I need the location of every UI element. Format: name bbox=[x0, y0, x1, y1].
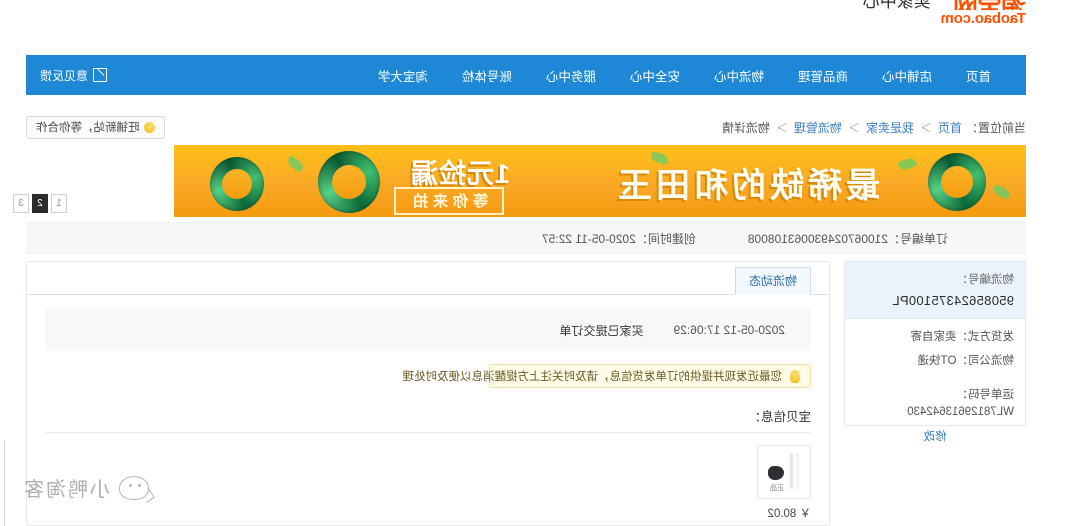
feedback-label: 意见反馈 bbox=[40, 68, 89, 83]
logistics-number-block: 物流编号： 95085624375100PL bbox=[845, 262, 1025, 319]
pager-page-3[interactable]: 3 bbox=[13, 194, 29, 213]
waybill-value: WL78129613642430 bbox=[907, 405, 1014, 418]
ship-method-label: 发货方式： bbox=[956, 331, 1015, 343]
tab-logistics-trace[interactable]: 物流动态 bbox=[734, 267, 811, 295]
product-price: ￥ 80.02 bbox=[767, 508, 811, 520]
main-navigation-bar: 首页 店铺中心 商品管理 物流中心 安全中心 服务中心 账号体检 淘宝大学 意见… bbox=[26, 55, 1026, 95]
logistics-info-card: 物流编号： 95085624375100PL 发货方式：卖家自寄 物流公司：OT… bbox=[844, 261, 1026, 443]
order-created-time: 创建时间：2020-05-11 22:57 bbox=[542, 230, 696, 247]
logo-latin-text: Taobao.com bbox=[940, 10, 1026, 27]
product-tube-image bbox=[790, 453, 799, 489]
wechat-icon bbox=[119, 475, 155, 503]
ship-method-row: 发货方式：卖家自寄 bbox=[856, 329, 1015, 346]
leaf-icon bbox=[285, 155, 306, 173]
breadcrumb-separator: ＞ bbox=[919, 120, 932, 135]
jade-ring-image bbox=[928, 153, 986, 211]
trace-timestamp: 2020-05-12 17:06:29 bbox=[673, 323, 785, 337]
breadcrumb-item-logistics[interactable]: 物流管理 bbox=[794, 119, 842, 136]
trace-row: 2020-05-12 17:06:29 买家已提交订单 bbox=[45, 309, 811, 351]
bulb-icon bbox=[144, 121, 156, 133]
goods-section-title: 宝贝信息： bbox=[45, 406, 811, 433]
logo-chinese-text: 淘宝网 bbox=[941, 0, 1026, 10]
nav-security-center[interactable]: 安全中心 bbox=[613, 66, 697, 85]
notice-text: 您最近发现并提供的订单发货信息，请及时关注上方提醒消息以便及时处理 bbox=[402, 371, 783, 383]
watermark: 小鸭淘客 bbox=[22, 473, 155, 503]
notice-banner: 您最近发现并提供的订单发货信息，请及时关注上方提醒消息以便及时处理 bbox=[403, 364, 811, 388]
list-item[interactable]: 正品 ￥ 80.02 bbox=[741, 445, 811, 521]
company-label: 物流公司： bbox=[956, 355, 1015, 368]
nav-home[interactable]: 首页 bbox=[949, 66, 1008, 85]
breadcrumb-separator: ＞ bbox=[775, 120, 788, 135]
product-logo-image bbox=[768, 466, 784, 480]
watermark-text: 小鸭淘客 bbox=[22, 479, 110, 501]
product-thumbnail[interactable]: 正品 bbox=[757, 445, 811, 499]
banner-pagination: 1 2 3 bbox=[13, 194, 67, 213]
feedback-button[interactable]: 意见反馈 bbox=[26, 67, 108, 84]
jade-ring-image bbox=[210, 157, 264, 211]
order-number-label: 订单编号： bbox=[887, 231, 948, 246]
banner-price-text: 1元捡漏 bbox=[409, 159, 510, 189]
product-thumb-tag: 正品 bbox=[770, 485, 784, 492]
nav-item-list: 首页 店铺中心 商品管理 物流中心 安全中心 服务中心 账号体检 淘宝大学 bbox=[361, 66, 1026, 85]
order-number: 订单编号：210067024930063108008 bbox=[748, 230, 948, 247]
waybill-label: 运单号码： bbox=[956, 388, 1015, 401]
site-header: 淘宝网 Taobao.com 卖家中心 bbox=[862, 0, 1026, 27]
breadcrumb-item-home[interactable]: 首页 bbox=[938, 119, 962, 136]
nav-account-check[interactable]: 账号体检 bbox=[445, 66, 529, 85]
nav-taobao-university[interactable]: 淘宝大学 bbox=[361, 66, 445, 85]
seller-center-title: 卖家中心 bbox=[862, 0, 931, 11]
breadcrumb-row: 当前位置： 首页 ＞ 我是卖家 ＞ 物流管理 ＞ 物流详情 旺铺新站，等你合作 bbox=[26, 112, 1026, 142]
nav-item-manage[interactable]: 商品管理 bbox=[781, 66, 865, 85]
goods-list: 正品 ￥ 80.02 bbox=[45, 445, 811, 521]
banner-subtitle: 等你来拍 bbox=[393, 187, 504, 215]
shop-promo-label: 旺铺新站，等你合作 bbox=[36, 122, 140, 134]
trace-message: 买家已提交订单 bbox=[559, 323, 644, 338]
ship-method-value: 卖家自寄 bbox=[910, 331, 957, 343]
taobao-logo[interactable]: 淘宝网 Taobao.com bbox=[940, 0, 1026, 27]
banner-title: 最稀缺的和田玉 bbox=[614, 166, 880, 206]
logistics-number-label: 物流编号： bbox=[956, 274, 1015, 286]
order-number-value: 210067024930063108008 bbox=[747, 231, 888, 246]
breadcrumb-prefix: 当前位置： bbox=[965, 120, 1026, 135]
nav-shop-center[interactable]: 店铺中心 bbox=[865, 66, 949, 85]
jade-ring-image bbox=[313, 146, 385, 217]
pager-page-1[interactable]: 1 bbox=[51, 194, 67, 213]
company-value: OT快递 bbox=[917, 355, 957, 368]
company-row: 物流公司：OT快递 bbox=[856, 353, 1014, 370]
logistics-number-value: 95085624375100PL bbox=[892, 293, 1014, 308]
breadcrumb-current: 物流详情 bbox=[721, 120, 770, 135]
promo-banner[interactable]: 最稀缺的和田玉 1元捡漏 等你来拍 bbox=[174, 145, 1026, 217]
waybill-row: 运单号码： WL78129613642430 bbox=[856, 387, 1014, 422]
right-edge-divider bbox=[4, 440, 5, 526]
content-area: 物流编号： 95085624375100PL 发货方式：卖家自寄 物流公司：OT… bbox=[26, 261, 1026, 526]
feedback-icon bbox=[93, 68, 108, 82]
leaf-icon bbox=[897, 155, 918, 173]
nav-service-center[interactable]: 服务中心 bbox=[529, 66, 613, 85]
order-created-label: 创建时间： bbox=[635, 231, 696, 246]
breadcrumb-item-seller[interactable]: 我是卖家 bbox=[866, 119, 914, 136]
leaf-icon bbox=[991, 184, 1012, 200]
tab-bar: 物流动态 bbox=[27, 262, 829, 295]
breadcrumb-separator: ＞ bbox=[847, 120, 860, 135]
order-created-value: 2020-05-11 22:57 bbox=[541, 231, 636, 246]
logistics-detail-block: 发货方式：卖家自寄 物流公司：OT快递 运单号码： WL7812961364243… bbox=[845, 319, 1025, 444]
shop-promo-button[interactable]: 旺铺新站，等你合作 bbox=[26, 115, 166, 139]
order-summary-strip: 订单编号：210067024930063108008 创建时间：2020-05-… bbox=[26, 222, 1026, 254]
pager-page-2[interactable]: 2 bbox=[32, 194, 48, 213]
breadcrumb: 当前位置： 首页 ＞ 我是卖家 ＞ 物流管理 ＞ 物流详情 bbox=[722, 119, 1026, 136]
modify-link[interactable]: 修改 bbox=[856, 428, 1014, 444]
nav-logistics-center[interactable]: 物流中心 bbox=[697, 66, 781, 85]
taobao-seller-logistics-page: 淘宝网 Taobao.com 卖家中心 首页 店铺中心 商品管理 物流中心 安全… bbox=[0, 0, 1078, 526]
mirrored-screenshot-stage: 淘宝网 Taobao.com 卖家中心 首页 店铺中心 商品管理 物流中心 安全… bbox=[0, 0, 1078, 526]
bulb-icon bbox=[790, 369, 800, 383]
